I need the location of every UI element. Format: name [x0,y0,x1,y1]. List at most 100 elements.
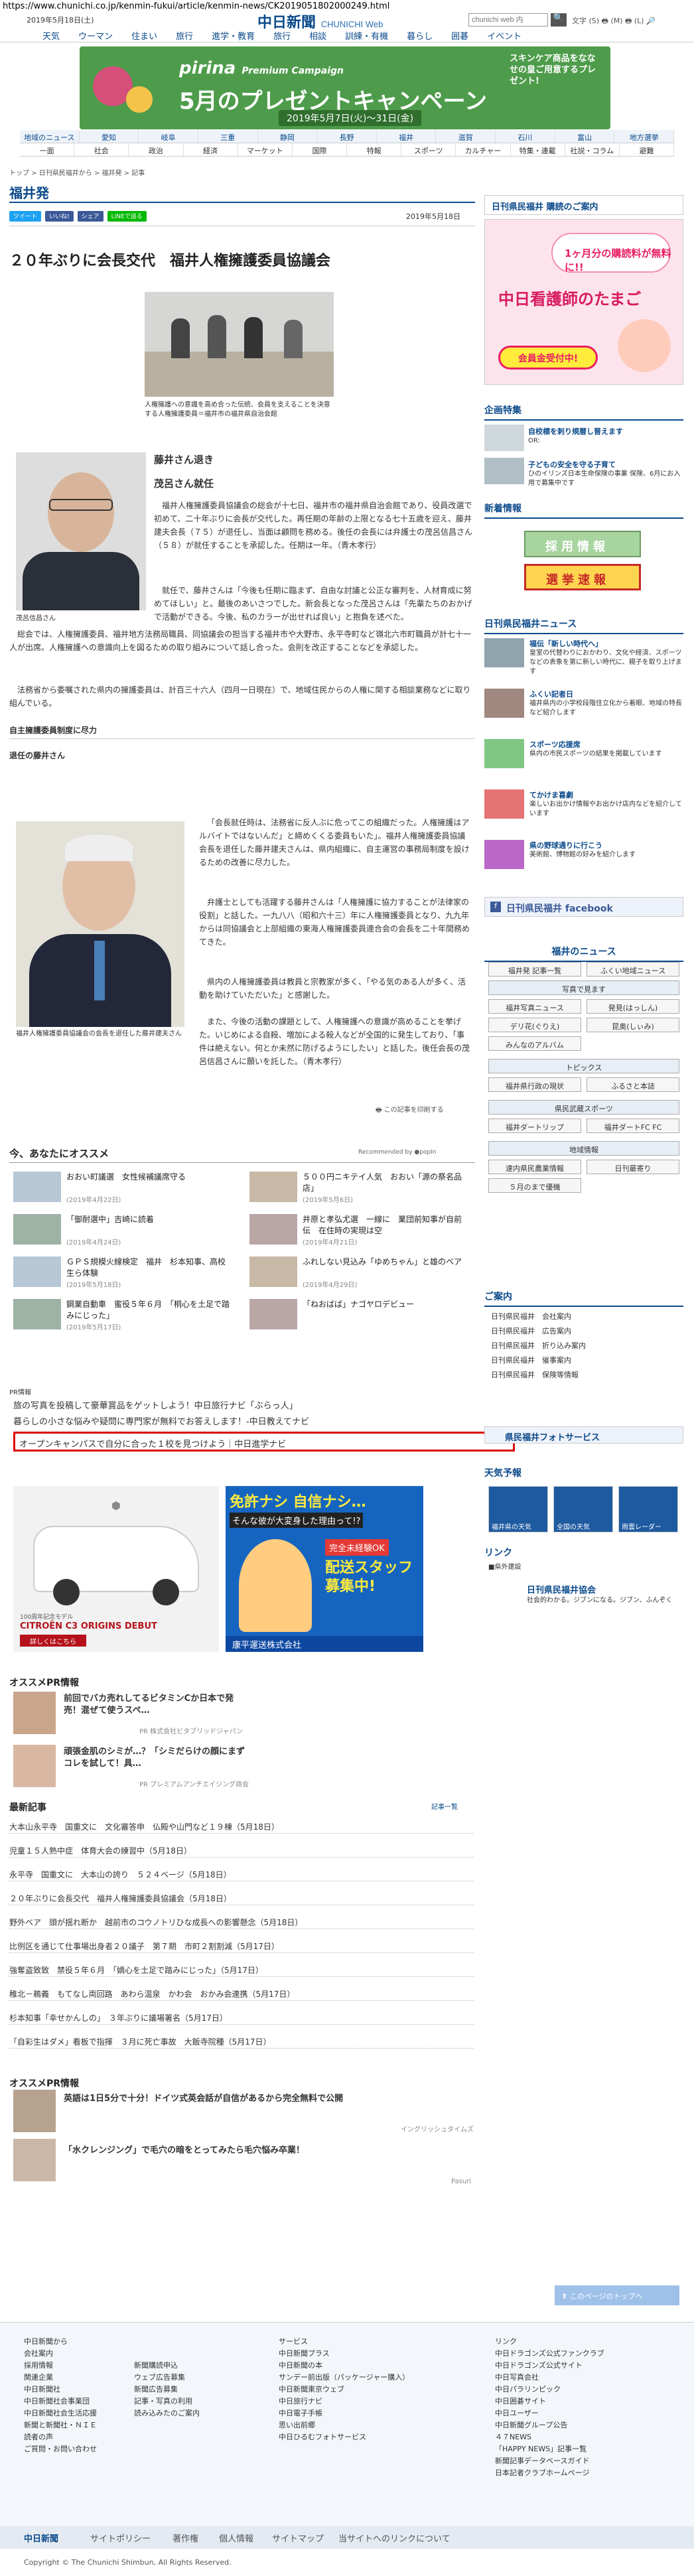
footer-link[interactable]: 中日パラリンピック [495,2384,604,2396]
side-news-thumb[interactable] [484,689,524,718]
footer-link[interactable]: 日本記者クラブホームページ [495,2467,604,2479]
region-nav-item[interactable]: 愛知 [80,130,139,143]
footer-link[interactable]: ４７NEWS [495,2431,604,2443]
goan-link[interactable]: 日刊県民福井 広告案内 [491,1325,571,1336]
gnav-item[interactable]: 天気 [33,27,69,42]
footer-bar-link[interactable]: 中日新聞 [24,2532,58,2544]
footer-bar-link[interactable]: サイトマップ [272,2532,324,2544]
kyokai-link[interactable]: 日刊県民福井協会 [527,1583,596,1595]
recommend-item[interactable]: ＧＰＳ規模火線検定 福井 杉本知事、高校生ら体験 (2019年5月18日) [13,1256,236,1290]
region-nav-item[interactable]: 岐阜 [139,130,198,143]
portrait-fujii[interactable] [16,821,184,1027]
section-nav-item[interactable]: 国際 [293,143,348,156]
banner-cta[interactable]: 会員金受付中! [498,346,598,370]
pr2-link[interactable]: 「水クレンジング」で毛穴の暗をとってみたら毛穴悩み卒業！ [64,2143,305,2155]
kikaku-thumb[interactable] [484,425,524,451]
tweet-button[interactable]: ツイート [9,211,42,222]
section-nav-item[interactable]: 経済 [184,143,238,156]
latest-item[interactable]: 大本山永平寺 国重文に 文化審答申 仏殿や山門など１９棟（5月18日） [9,1818,474,1834]
footer-link[interactable]: 会社案内 [24,2348,97,2360]
side-button[interactable]: みんなのアルバム [488,1036,581,1051]
footer-link[interactable]: 中日新聞グループ公告 [495,2419,604,2431]
saiyo-banner[interactable]: 採用情報 [524,531,641,557]
latest-item[interactable]: 比例区を通じて仕事場出身者２０議子 第７期 市町２割割減（5月17日） [9,1937,474,1953]
footer-link[interactable]: 中日囲碁サイト [495,2396,604,2407]
site-logo[interactable]: 中日新聞 CHUNICHI Web [257,11,383,32]
photoservice-banner[interactable]: 県民福井フォトサービス [484,1426,683,1444]
footer-link[interactable]: 新聞広告募集 [134,2384,200,2396]
pr-thumb[interactable] [13,1745,56,1787]
footer-link[interactable]: 「HAPPY NEWS」記事一覧 [495,2443,604,2455]
footer-bar-link[interactable]: 当サイトへのリンクについて [338,2532,451,2544]
side-button[interactable]: 福井県行政の現状 [488,1077,581,1092]
pr-link[interactable]: 暮らしの小さな悩みや疑問に専門家が無料でお答えします！-中日教えてナビ [13,1414,309,1427]
side-button[interactable]: ふるさと本誌 [587,1077,679,1092]
section-nav-item[interactable]: スポーツ [401,143,456,156]
side-news-thumb[interactable] [484,789,524,819]
region-nav-item[interactable]: 静岡 [258,130,318,143]
search-input[interactable] [468,13,548,27]
section-nav-item[interactable]: 特集・連載 [511,143,565,156]
line-button[interactable]: LINEで送る [107,211,147,222]
ad-citroen[interactable]: ⬢ 100周年記念モデル CITROËN C3 ORIGINS DEBUT 詳し… [13,1486,219,1652]
goan-link[interactable]: 日刊県民福井 会社案内 [491,1311,571,1322]
footer-bar-link[interactable]: 個人情報 [219,2532,253,2544]
footer-link[interactable]: ご質問・お問い合わせ [24,2443,97,2455]
footer-link[interactable]: 新聞購読申込 [134,2360,200,2372]
campaign-banner[interactable]: pirina Premium Campaign 5月のプレゼントキャンペーン 2… [80,46,610,129]
ad-kohei[interactable]: 免許ナシ 自信ナシ… そんな彼が大変身した理由って!? 完全未経験OK 配送スタ… [226,1486,423,1652]
pr-link[interactable]: オープンキャンパスで自分に合った１校を見つけよう｜中日進学ナビ [19,1437,286,1450]
side-button[interactable]: ふくい地域ニュース [587,962,679,977]
pr-link[interactable]: 旅の写真を投稿して豪華賞品をゲットしよう！中日旅行ナビ「ぶらっ人」 [13,1398,298,1411]
portrait-moro[interactable] [16,452,146,610]
latest-item[interactable]: 永平寺 国重文に 大本山の誇り ５２４ベージ（5月18日） [9,1865,474,1881]
region-nav-item[interactable]: 滋賀 [436,130,496,143]
weather-fukui[interactable]: 福井県の天気 [488,1486,548,1532]
region-nav-item[interactable]: 富山 [555,130,615,143]
footer-link[interactable]: 中日旅行ナビ [279,2396,409,2407]
side-news-link[interactable]: てかけま喜劇 [529,789,573,800]
text-size-tools[interactable]: 文字 (S) 🖶 (M) 🖶 (L) 🔎 [572,15,656,28]
subscribe-banner[interactable]: 日刊県民福井 購読のご案内 [484,195,683,215]
side-button[interactable]: デリ花(ぐりえ) [488,1018,581,1032]
footer-link[interactable]: 読み込みたのご案内 [134,2407,200,2419]
side-news-thumb[interactable] [484,840,524,869]
latest-item[interactable]: ２０年ぶりに会長交代 福井人権擁護委員協議会（5月18日） [9,1889,474,1905]
side-news-link[interactable]: 福伝「新しい時代へ」 [529,638,602,649]
ad-cta[interactable]: 詳しくはこちら [20,1635,86,1647]
footer-link[interactable]: ウェブ広告募集 [134,2372,200,2384]
footer-link[interactable]: 中日ユーザー [495,2407,604,2419]
side-news-thumb[interactable] [484,638,524,667]
gnav-item[interactable]: ウーマン [69,27,122,42]
latest-item[interactable]: 児童１５人熟中症 体育大会の練習中（5月18日） [9,1842,474,1858]
like-button[interactable]: いいね! [45,211,74,222]
region-nav-item[interactable]: 石川 [496,130,555,143]
side-button[interactable]: 日刊最寄り [587,1160,679,1174]
side-button[interactable]: 福井写真ニュース [488,999,581,1014]
recommend-link[interactable]: 「ねおばば」ナゴヤロデビュー [303,1299,468,1310]
side-button[interactable]: 福井発 記事一覧 [488,962,581,977]
recommend-link[interactable]: おおい町議選 女性候補議席守る [66,1172,232,1183]
footer-link[interactable]: 中日写真会社 [495,2372,604,2384]
gnav-item[interactable]: イベント [478,27,531,42]
side-news-link[interactable]: スポーツ応援席 [529,739,581,750]
latest-item[interactable]: 野外ベア 頭が揺れ断か 越前市のコウノトリひな成長への影響懸念（5月18日） [9,1913,474,1929]
footer-link[interactable]: 中日新聞社会事業団 [24,2396,97,2407]
footer-link[interactable]: 中日新聞社 [24,2384,97,2396]
recommend-link[interactable]: ふれしない見込み「ゆめちゃん」と雄のベア [303,1256,468,1268]
recommend-link[interactable]: ５００円ニキテイ人気 おおい「源の祭名品店」 [303,1172,468,1194]
pr-osusume-link[interactable]: 頑張金肌のシミが…？「シミだらけの顔にまずコレを試して！具… [64,1746,249,1770]
section-nav-item[interactable]: 避難 [620,143,675,156]
region-nav-item[interactable]: 長野 [317,130,377,143]
latest-item[interactable]: 「自彩生はダメ」看板で指揮 ３月に死亡事故 大飯寺院種（5月17日） [9,2033,474,2049]
nurse-banner[interactable]: 1ヶ月分の購読料が無料に!! 中日看護師のたまご 会員金受付中! [484,219,683,385]
side-button[interactable]: 速内県民農業情報 [488,1160,581,1174]
footer-link[interactable]: 中日新聞プラス [279,2348,409,2360]
region-nav-item[interactable]: 三重 [198,130,258,143]
footer-link[interactable]: 読者の声 [24,2431,97,2443]
search-button[interactable]: 🔍 [551,13,567,27]
kikaku-link[interactable]: 子どもの安全を守る子育て [528,459,616,470]
region-nav-item[interactable]: 地方選挙 [614,130,675,143]
back-to-top-button[interactable]: ⬆ このページのトップへ [555,2285,679,2305]
section-nav-item[interactable]: 政治 [129,143,184,156]
